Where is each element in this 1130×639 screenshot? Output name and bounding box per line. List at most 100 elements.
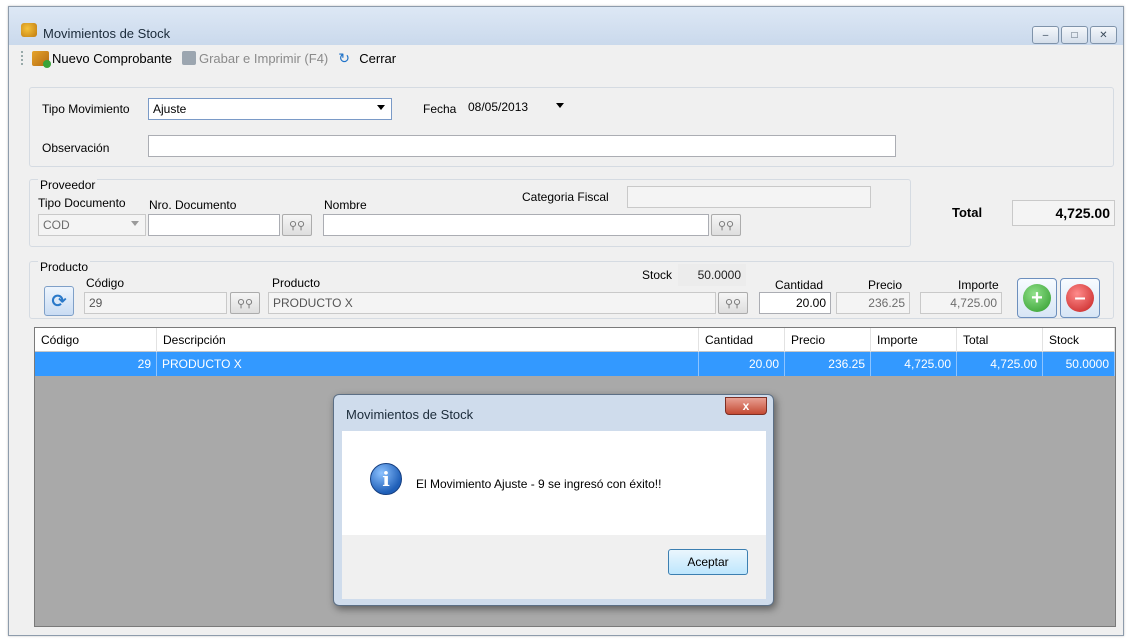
table-row[interactable]: 29 PRODUCTO X 20.00 236.25 4,725.00 4,72… (35, 352, 1115, 376)
close-label: Cerrar (359, 50, 397, 66)
window-title: Movimientos de Stock (43, 26, 171, 41)
movement-type-select[interactable]: Ajuste (148, 98, 392, 120)
code-label: Código (86, 276, 125, 290)
close-icon: ✕ (1099, 29, 1108, 41)
name-label: Nombre (324, 198, 367, 212)
document-number-label: Nro. Documento (149, 198, 237, 212)
chevron-down-icon (131, 221, 139, 226)
name-input[interactable] (323, 214, 709, 236)
stock-label: Stock (642, 268, 673, 282)
header-price[interactable]: Precio (785, 328, 871, 352)
chevron-down-icon (556, 103, 564, 108)
grid-header: Código Descripción Cantidad Precio Impor… (35, 328, 1115, 352)
document-type-select[interactable]: COD (38, 214, 146, 236)
app-box-icon (21, 23, 37, 37)
movement-group: Tipo Movimiento Ajuste Fecha 08/05/2013 … (29, 87, 1114, 167)
cell-stock: 50.0000 (1043, 352, 1115, 376)
amount-label: Importe (958, 278, 999, 292)
observation-input[interactable] (148, 135, 896, 157)
tax-category-label: Categoria Fiscal (522, 190, 609, 204)
document-type-value: COD (43, 218, 70, 232)
supplier-group-label: Proveedor (38, 178, 98, 192)
maximize-button[interactable]: □ (1061, 26, 1088, 44)
close-button[interactable]: ↻ Cerrar (335, 51, 399, 66)
header-description[interactable]: Descripción (157, 328, 699, 352)
dialog-body: i El Movimiento Ajuste - 9 se ingresó co… (342, 431, 766, 535)
date-label: Fecha (423, 102, 457, 116)
floppy-disk-icon (181, 51, 196, 65)
dialog-message: El Movimiento Ajuste - 9 se ingresó con … (416, 477, 662, 491)
close-window-button[interactable]: ✕ (1090, 26, 1117, 44)
toolbar: Nuevo Comprobante Grabar e Imprimir (F4)… (9, 47, 1123, 69)
cell-amount: 4,725.00 (871, 352, 957, 376)
header-stock[interactable]: Stock (1043, 328, 1115, 352)
refresh-icon: ⟳ (51, 290, 67, 311)
stock-movements-window: Movimientos de Stock – □ ✕ Nuevo Comprob… (8, 6, 1124, 636)
total-value: 4,725.00 (1012, 200, 1115, 226)
cell-quantity: 20.00 (699, 352, 785, 376)
stock-value: 50.0000 (678, 264, 746, 286)
minimize-icon: – (1042, 29, 1049, 41)
header-amount[interactable]: Importe (871, 328, 957, 352)
tax-category-input (627, 186, 871, 208)
amount-value: 4,725.00 (920, 292, 1002, 314)
search-name-button[interactable]: ⚲⚲ (711, 214, 741, 236)
header-quantity[interactable]: Cantidad (699, 328, 785, 352)
cell-code: 29 (35, 352, 157, 376)
product-input[interactable]: PRODUCTO X (268, 292, 716, 314)
quantity-label: Cantidad (775, 278, 824, 292)
binoculars-icon: ⚲⚲ (288, 219, 306, 232)
minimize-button[interactable]: – (1032, 26, 1059, 44)
plus-icon: + (1023, 284, 1051, 312)
observation-label: Observación (42, 141, 110, 155)
accept-button[interactable]: Aceptar (668, 549, 748, 575)
toolbar-grip[interactable] (21, 51, 23, 65)
price-value: 236.25 (836, 292, 910, 314)
dialog-title: Movimientos de Stock (346, 407, 474, 422)
document-type-label: Tipo Documento (38, 196, 126, 210)
search-product-button[interactable]: ⚲⚲ (718, 292, 748, 314)
refresh-button[interactable]: ⟳ (44, 286, 74, 316)
new-voucher-button[interactable]: Nuevo Comprobante (29, 50, 175, 68)
document-number-input[interactable] (148, 214, 280, 236)
minus-icon: – (1066, 284, 1094, 312)
save-print-label: Grabar e Imprimir (F4) (198, 50, 329, 66)
cell-description: PRODUCTO X (157, 352, 699, 376)
exit-arrow-icon: ↻ (338, 50, 350, 66)
remove-item-button[interactable]: – (1060, 278, 1100, 318)
dialog-close-button[interactable]: x (725, 397, 767, 415)
new-voucher-label: Nuevo Comprobante (52, 50, 172, 66)
binoculars-icon: ⚲⚲ (724, 297, 742, 310)
price-label: Precio (868, 278, 903, 292)
title-bar: Movimientos de Stock – □ ✕ (9, 7, 1123, 45)
total-label: Total (952, 205, 983, 220)
cell-total: 4,725.00 (957, 352, 1043, 376)
maximize-icon: □ (1071, 29, 1078, 41)
header-code[interactable]: Código (35, 328, 157, 352)
save-print-button[interactable]: Grabar e Imprimir (F4) (179, 51, 331, 66)
binoculars-icon: ⚲⚲ (717, 219, 735, 232)
cell-price: 236.25 (785, 352, 871, 376)
search-document-button[interactable]: ⚲⚲ (282, 214, 312, 236)
chevron-down-icon (377, 105, 385, 110)
add-item-button[interactable]: + (1017, 278, 1057, 318)
supplier-group: Proveedor Tipo Documento COD Nro. Docume… (29, 178, 911, 247)
date-picker[interactable]: 08/05/2013 (463, 96, 571, 118)
window-controls: – □ ✕ (1032, 26, 1117, 44)
search-code-button[interactable]: ⚲⚲ (230, 292, 260, 314)
product-label: Producto (272, 276, 321, 290)
information-icon: i (370, 463, 402, 495)
binoculars-icon: ⚲⚲ (236, 297, 254, 310)
new-document-icon (32, 50, 51, 68)
date-value: 08/05/2013 (468, 100, 529, 114)
quantity-input[interactable]: 20.00 (759, 292, 831, 314)
message-dialog: Movimientos de Stock x i El Movimiento A… (333, 394, 774, 606)
product-group: Producto ⟳ Código 29 ⚲⚲ Producto PRODUCT… (29, 260, 1114, 319)
movement-type-value: Ajuste (153, 102, 187, 116)
code-input[interactable]: 29 (84, 292, 227, 314)
close-icon: x (742, 399, 750, 413)
header-total[interactable]: Total (957, 328, 1043, 352)
dialog-footer: Aceptar (342, 535, 766, 599)
movement-type-label: Tipo Movimiento (42, 102, 130, 116)
product-group-label: Producto (38, 260, 91, 274)
